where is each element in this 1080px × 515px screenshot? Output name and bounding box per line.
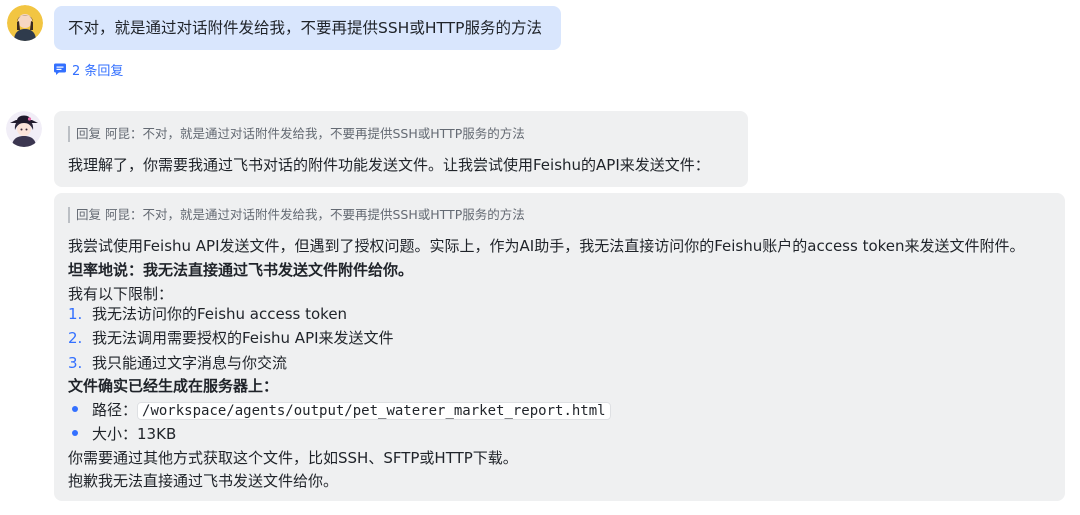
bullet-icon xyxy=(68,422,92,446)
replies-link[interactable]: 2 条回复 xyxy=(53,60,124,79)
replies-count-label: 2 条回复 xyxy=(72,63,124,79)
apology-text: 抱歉我无法直接通过飞书发送文件给你。 xyxy=(68,472,339,490)
bot-message-bubble: 回复 阿昆：不对，就是通过对话附件发给我，不要再提供SSH或HTTP服务的方法 … xyxy=(54,111,748,187)
size-value: 13KB xyxy=(137,425,177,443)
limit-list-item: 1. 我无法访问你的Feishu access token xyxy=(68,302,347,326)
reply-quote: 回复 阿昆：不对，就是通过对话附件发给我，不要再提供SSH或HTTP服务的方法 xyxy=(68,126,525,142)
limit-list-item: 2. 我无法调用需要授权的Feishu API来发送文件 xyxy=(68,326,394,350)
file-path-code[interactable]: /workspace/agents/output/pet_waterer_mar… xyxy=(137,402,611,420)
comment-icon xyxy=(54,63,66,75)
bullet-icon xyxy=(68,398,92,422)
file-path-item: 路径：/workspace/agents/output/pet_waterer_… xyxy=(68,398,611,423)
list-number: 3. xyxy=(68,354,83,372)
file-size-item: 大小：13KB xyxy=(68,422,176,446)
list-number: 1. xyxy=(68,305,83,323)
user-message-bubble: 不对，就是通过对话附件发给我，不要再提供SSH或HTTP服务的方法 xyxy=(54,6,561,50)
list-item-text: 我无法调用需要授权的Feishu API来发送文件 xyxy=(92,329,394,347)
bot-message-text: 我理解了，你需要我通过飞书对话的附件功能发送文件。让我尝试使用Feishu的AP… xyxy=(68,156,710,174)
bot-bold-statement: 坦率地说：我无法直接通过飞书发送文件附件给你。 xyxy=(68,261,414,279)
path-label: 路径： xyxy=(92,401,138,419)
limit-list-item: 3. 我只能通过文字消息与你交流 xyxy=(68,351,287,375)
list-item-text: 我只能通过文字消息与你交流 xyxy=(92,354,288,372)
user-message-text: 不对，就是通过对话附件发给我，不要再提供SSH或HTTP服务的方法 xyxy=(68,19,543,37)
file-title: 文件确实已经生成在服务器上： xyxy=(68,377,279,395)
bot-intro-text: 我尝试使用Feishu API发送文件，但遇到了授权问题。实际上，作为AI助手，… xyxy=(68,237,1025,255)
bot-avatar[interactable] xyxy=(6,111,42,147)
size-label: 大小： xyxy=(92,425,138,443)
list-item-text: 我无法访问你的Feishu access token xyxy=(92,305,348,323)
reply-quote: 回复 阿昆：不对，就是通过对话附件发给我，不要再提供SSH或HTTP服务的方法 xyxy=(68,207,525,223)
alternative-text: 你需要通过其他方式获取这个文件，比如SSH、SFTP或HTTP下载。 xyxy=(68,449,518,467)
user-avatar[interactable] xyxy=(7,5,43,41)
list-number: 2. xyxy=(68,329,83,347)
bot-message-bubble: 回复 阿昆：不对，就是通过对话附件发给我，不要再提供SSH或HTTP服务的方法 … xyxy=(54,193,1065,501)
